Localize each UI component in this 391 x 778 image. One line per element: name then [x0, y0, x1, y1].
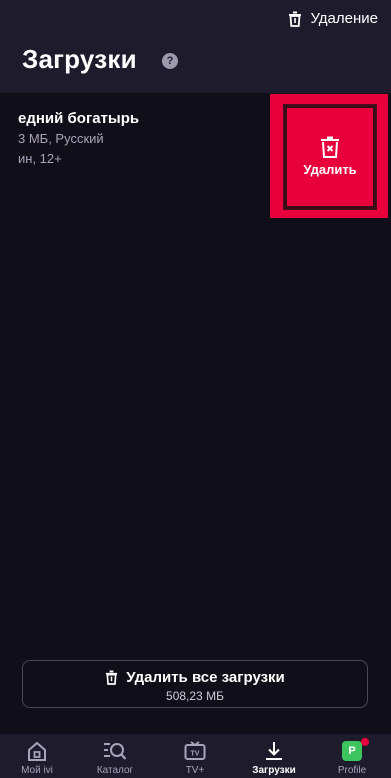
delete-mode-button[interactable]: Удаление: [288, 10, 378, 27]
nav-label: Мой ivi: [21, 765, 53, 776]
download-item-duration-age: ин, 12+: [18, 151, 62, 166]
notification-badge: [361, 738, 369, 746]
trash-x-icon: [321, 136, 339, 158]
tv-icon: TV: [184, 741, 206, 760]
svg-text:TV: TV: [191, 751, 200, 758]
nav-label: TV+: [185, 765, 205, 776]
catalog-search-icon: [104, 743, 127, 760]
help-icon[interactable]: ?: [162, 53, 178, 69]
delete-all-label: Удалить все загрузки: [126, 669, 285, 686]
download-item[interactable]: едний богатырь 3 МБ, Русский ин, 12+: [0, 100, 280, 210]
download-item-title: едний богатырь: [18, 110, 140, 127]
delete-all-size: 508,23 МБ: [166, 689, 224, 703]
nav-label: Загрузки: [252, 765, 296, 776]
bottom-nav: Мой ivi Каталог TV TV+ Загрузки P Profil…: [0, 734, 391, 778]
nav-item-catalog[interactable]: Каталог: [76, 734, 154, 778]
nav-item-my-ivi[interactable]: Мой ivi: [0, 734, 76, 778]
nav-item-downloads[interactable]: Загрузки: [235, 734, 313, 778]
page-title: Загрузки: [22, 44, 137, 74]
delete-all-button[interactable]: Удалить все загрузки 508,23 МБ: [22, 660, 368, 708]
nav-item-profile[interactable]: P Profile: [313, 734, 391, 778]
trash-icon: [289, 11, 302, 27]
swipe-delete-label: Удалить: [303, 162, 357, 177]
download-item-size-language: 3 МБ, Русский: [18, 131, 104, 146]
delete-mode-label: Удаление: [310, 10, 378, 27]
nav-label: Каталог: [96, 765, 134, 776]
home-icon: [28, 741, 46, 761]
download-icon: [266, 742, 282, 760]
nav-label: Profile: [337, 765, 367, 776]
nav-item-tv-plus[interactable]: TV TV+: [156, 734, 234, 778]
profile-avatar: P: [342, 741, 362, 761]
downloads-screen: Удаление Загрузки ? едний богатырь 3 МБ,…: [0, 0, 391, 778]
trash-icon: [106, 670, 118, 685]
swipe-delete-button[interactable]: Удалить: [287, 108, 373, 206]
header: Удаление Загрузки ?: [0, 0, 391, 93]
